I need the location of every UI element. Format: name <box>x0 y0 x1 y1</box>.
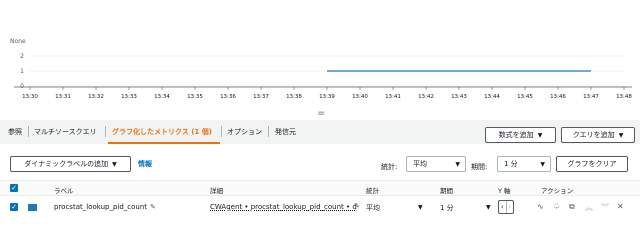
x-tick-label: 13:34 <box>154 94 170 100</box>
close-icon[interactable]: ✕ <box>617 202 624 211</box>
x-tick-label: 13:43 <box>451 94 467 100</box>
x-tick-label: 13:45 <box>517 94 533 100</box>
caret-down-icon: ▼ <box>618 131 624 139</box>
column-header-actions: アクション <box>541 187 574 195</box>
x-tick-label: 13:40 <box>352 94 368 100</box>
y-tick-label: 2 <box>20 53 24 60</box>
select-all-checkbox[interactable]: ✓ <box>10 184 18 192</box>
x-tick-label: 13:32 <box>88 94 104 100</box>
series-color-swatch[interactable] <box>28 204 37 211</box>
row-label-text: procstat_lookup_pid_count <box>54 203 148 211</box>
x-tick-label: 13:42 <box>418 94 434 100</box>
y-tick-label: 1 <box>20 68 24 75</box>
x-tick-label: 13:41 <box>385 94 401 100</box>
column-header-y-axis[interactable]: Y 軸 <box>498 185 511 195</box>
clear-graph-button[interactable]: グラフをクリア <box>556 156 628 172</box>
graph-canvas: 0 1 2 13:30 13:31 13:32 13:33 13:34 13:35 13:36 13… <box>14 53 632 100</box>
graph-options-row: ダイナミックラベルの追加 ▼ 情報 統計: 平均 ▼ 期間: 1 分 ▼ グラフ… <box>0 144 640 180</box>
tab-graphed-metrics[interactable]: グラフ化したメトリクス (1 個) <box>112 127 212 137</box>
add-query-button[interactable]: クエリを追加 ▼ <box>561 127 635 143</box>
graphed-metrics-table: ✓ ラベル 詳細 統計 期間 Y 軸 アクション ✓ procstat_look… <box>0 180 640 219</box>
period-select[interactable]: 1 分 ▼ <box>497 156 551 172</box>
row-statistic-value[interactable]: 平均 <box>366 203 380 213</box>
x-tick-label: 13:48 <box>616 94 632 100</box>
column-header-period[interactable]: 期間 <box>440 185 453 195</box>
table-header: ✓ ラベル 詳細 統計 期間 Y 軸 アクション <box>0 180 640 196</box>
y-tick-label: 0 <box>20 83 24 90</box>
add-formula-label: 数式を追加 <box>498 131 534 139</box>
column-header-details[interactable]: 詳細 <box>210 185 223 195</box>
tab-divider <box>268 126 269 137</box>
add-dynamic-label-text: ダイナミックラベルの追加 <box>24 160 109 168</box>
x-tick-label: 13:35 <box>187 94 203 100</box>
edit-pencil-icon[interactable]: ✎ <box>354 202 360 210</box>
caret-down-icon: ▼ <box>537 131 543 139</box>
move-up-icon[interactable]: ︽ <box>585 202 593 213</box>
anomaly-detection-icon[interactable]: ∿ <box>537 202 544 211</box>
x-tick-label: 13:46 <box>550 94 566 100</box>
x-tick-label: 13:37 <box>253 94 269 100</box>
statistic-select-value: 平均 <box>413 160 427 168</box>
period-label: 期間: <box>471 163 488 171</box>
row-label-cell[interactable]: procstat_lookup_pid_count ✎ <box>54 203 156 211</box>
edit-pencil-icon[interactable]: ✎ <box>150 203 156 211</box>
drag-handle-icon[interactable]: = <box>317 109 325 119</box>
add-dynamic-label-button[interactable]: ダイナミックラベルの追加 ▼ <box>10 156 131 172</box>
caret-down-icon[interactable]: ▼ <box>486 204 491 211</box>
caret-down-icon: ▼ <box>112 160 117 168</box>
alarm-bell-icon[interactable]: ♤ <box>553 202 560 211</box>
duplicate-icon[interactable]: ⧉ <box>569 202 575 212</box>
tab-divider <box>28 126 29 137</box>
tab-divider <box>105 126 106 137</box>
x-tick-label: 13:38 <box>286 94 302 100</box>
clear-graph-label: グラフをクリア <box>567 160 617 168</box>
caret-down-icon: ▼ <box>540 160 545 168</box>
panel-resize-handle[interactable]: = <box>0 108 640 120</box>
info-link[interactable]: 情報 <box>138 159 152 169</box>
x-tick-label: 13:36 <box>220 94 236 100</box>
caret-down-icon: ▼ <box>455 160 460 168</box>
period-select-value: 1 分 <box>504 160 518 168</box>
tab-browse[interactable]: 参照 <box>8 127 22 137</box>
add-query-label: クエリを追加 <box>572 131 615 139</box>
y-axis-toggle[interactable]: ‹ › <box>498 200 514 214</box>
row-details-cell[interactable]: CWAgent • procstat_lookup_pid_count • d <box>210 203 360 211</box>
add-formula-button[interactable]: 数式を追加 ▼ <box>485 127 556 143</box>
x-tick-label: 13:33 <box>121 94 137 100</box>
metric-graph[interactable]: 0 1 2 13:30 13:31 13:32 13:33 13:34 13:35 13:36 13… <box>0 0 640 108</box>
tab-source[interactable]: 発信元 <box>275 127 296 137</box>
tab-options[interactable]: オプション <box>227 127 262 137</box>
statistic-label: 統計: <box>381 163 398 171</box>
y-axis-unit-label: None <box>10 38 26 45</box>
statistic-select[interactable]: 平均 ▼ <box>406 156 466 172</box>
x-tick-label: 13:47 <box>583 94 599 100</box>
chevron-right-icon[interactable]: › <box>505 201 514 213</box>
table-row: ✓ procstat_lookup_pid_count ✎ CWAgent • p… <box>0 196 640 219</box>
row-period-value[interactable]: 1 分 <box>440 203 454 213</box>
column-header-statistic[interactable]: 統計 <box>366 185 379 195</box>
x-tick-label: 13:30 <box>22 94 38 100</box>
move-down-icon[interactable]: ︾ <box>601 202 609 213</box>
tab-divider <box>221 126 222 137</box>
caret-down-icon[interactable]: ▼ <box>418 204 423 211</box>
x-tick-label: 13:31 <box>55 94 71 100</box>
column-header-label[interactable]: ラベル <box>54 185 74 195</box>
tab-multi-source-query[interactable]: マルチソースクエリ <box>34 127 97 137</box>
row-checkbox[interactable]: ✓ <box>10 203 18 211</box>
row-details-text: CWAgent • procstat_lookup_pid_count • d <box>210 203 357 211</box>
x-tick-label: 13:44 <box>484 94 500 100</box>
x-tick-label: 13:39 <box>319 94 335 100</box>
